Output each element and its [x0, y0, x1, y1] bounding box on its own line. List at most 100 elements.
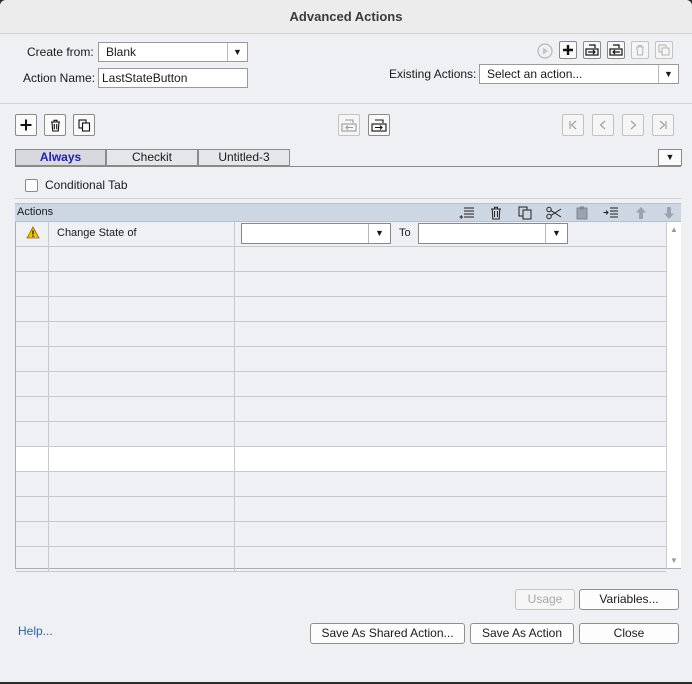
action-row[interactable] [16, 272, 666, 297]
paste-row-icon[interactable] [575, 206, 589, 220]
action-type-cell[interactable] [49, 472, 235, 496]
tab-list-dropdown[interactable]: ▼ [658, 149, 682, 166]
close-button[interactable]: Close [579, 623, 679, 644]
usage-button[interactable]: Usage [515, 589, 575, 610]
action-type-cell[interactable] [49, 522, 235, 546]
create-from-label: Create from: [27, 45, 94, 59]
chevron-down-icon: ▼ [545, 224, 567, 243]
row-status-cell [16, 472, 49, 496]
action-type-cell[interactable] [49, 372, 235, 396]
action-row[interactable] [16, 297, 666, 322]
conditional-tab-label: Conditional Tab [45, 178, 128, 192]
tab-checkit[interactable]: Checkit [106, 149, 198, 166]
variables-button[interactable]: Variables... [579, 589, 679, 610]
target-object-select[interactable]: ▼ [241, 223, 391, 244]
action-row[interactable] [16, 322, 666, 347]
export-decision-icon[interactable] [368, 114, 390, 136]
actions-header-label: Actions [17, 206, 54, 218]
action-row[interactable] [16, 522, 666, 547]
copy-row-icon[interactable] [518, 206, 532, 220]
row-status-cell [16, 422, 49, 446]
existing-actions-value: Select an action... [487, 67, 583, 81]
action-row[interactable] [16, 447, 666, 472]
action-type-cell[interactable] [49, 397, 235, 421]
import-decision-icon[interactable] [338, 114, 360, 136]
action-type-cell[interactable]: Change State of [49, 222, 235, 246]
action-name-label: Action Name: [23, 71, 96, 85]
action-row[interactable] [16, 497, 666, 522]
duplicate-action-icon[interactable] [655, 41, 673, 59]
delete-row-icon[interactable] [490, 206, 502, 220]
export-icon[interactable] [607, 41, 625, 59]
row-status-cell [16, 372, 49, 396]
row-status-cell [16, 297, 49, 321]
save-as-shared-action-button[interactable]: Save As Shared Action... [310, 623, 465, 644]
action-row[interactable] [16, 247, 666, 272]
move-down-icon[interactable] [663, 206, 675, 220]
action-row[interactable] [16, 372, 666, 397]
row-status-cell [16, 347, 49, 371]
chevron-down-icon: ▼ [368, 224, 390, 243]
action-type-cell[interactable] [49, 447, 235, 471]
cut-row-icon[interactable] [546, 206, 562, 220]
chevron-down-icon: ▼ [658, 65, 678, 83]
tab-always[interactable]: Always [15, 149, 106, 166]
actions-header-bar: Actions [15, 203, 681, 222]
action-type-cell[interactable] [49, 247, 235, 271]
existing-actions-select[interactable]: Select an action... ▼ [479, 64, 679, 84]
import-icon[interactable] [583, 41, 601, 59]
action-row[interactable] [16, 347, 666, 372]
action-row[interactable] [16, 547, 666, 572]
action-type-cell[interactable] [49, 547, 235, 571]
action-type-label: Change State of [57, 227, 137, 239]
action-type-cell[interactable] [49, 272, 235, 296]
actions-grid: Change State of ▼ To ▼ [15, 222, 666, 572]
insert-row-icon[interactable] [459, 206, 475, 220]
target-state-select[interactable]: ▼ [418, 223, 568, 244]
help-link[interactable]: Help... [18, 624, 53, 638]
actions-scrollbar[interactable]: ▲ ▼ [666, 222, 681, 569]
action-type-cell[interactable] [49, 322, 235, 346]
action-row[interactable] [16, 472, 666, 497]
action-type-cell[interactable] [49, 422, 235, 446]
scroll-up-icon[interactable]: ▲ [670, 225, 678, 234]
action-type-cell[interactable] [49, 497, 235, 521]
row-status-cell [16, 272, 49, 296]
first-tab-icon[interactable] [562, 114, 584, 136]
row-status-cell [16, 397, 49, 421]
action-row[interactable] [16, 422, 666, 447]
previous-tab-icon[interactable] [592, 114, 614, 136]
advanced-actions-dialog: Advanced Actions Create from: Blank ▼ Ac… [0, 0, 692, 682]
to-label: To [399, 227, 411, 239]
action-row[interactable] [16, 397, 666, 422]
tab-baseline [15, 166, 681, 167]
add-action-icon[interactable] [559, 41, 577, 59]
last-tab-icon[interactable] [652, 114, 674, 136]
row-status-cell [16, 247, 49, 271]
action-row[interactable]: Change State of ▼ To ▼ [16, 222, 666, 247]
separator [0, 103, 692, 104]
indent-row-icon[interactable] [603, 206, 619, 220]
window-title: Advanced Actions [0, 0, 692, 34]
next-tab-icon[interactable] [622, 114, 644, 136]
existing-actions-label: Existing Actions: [389, 67, 477, 81]
create-from-value: Blank [106, 45, 137, 59]
action-type-cell[interactable] [49, 297, 235, 321]
preview-icon[interactable] [537, 43, 553, 59]
move-up-icon[interactable] [635, 206, 647, 220]
create-from-select[interactable]: Blank ▼ [98, 42, 248, 62]
action-name-input[interactable]: LastStateButton [98, 68, 248, 88]
trash-icon[interactable] [44, 114, 66, 136]
action-type-cell[interactable] [49, 347, 235, 371]
row-status-cell [16, 447, 49, 471]
tab-untitled-3[interactable]: Untitled-3 [198, 149, 290, 166]
conditional-tab-checkbox[interactable] [25, 179, 38, 192]
duplicate-icon[interactable] [73, 114, 95, 136]
add-decision-button[interactable] [15, 114, 37, 136]
scroll-down-icon[interactable]: ▼ [670, 556, 678, 565]
row-status-cell [16, 547, 49, 571]
save-as-action-button[interactable]: Save As Action [470, 623, 574, 644]
separator [15, 198, 681, 199]
delete-action-icon[interactable] [631, 41, 649, 59]
chevron-down-icon: ▼ [227, 43, 247, 61]
